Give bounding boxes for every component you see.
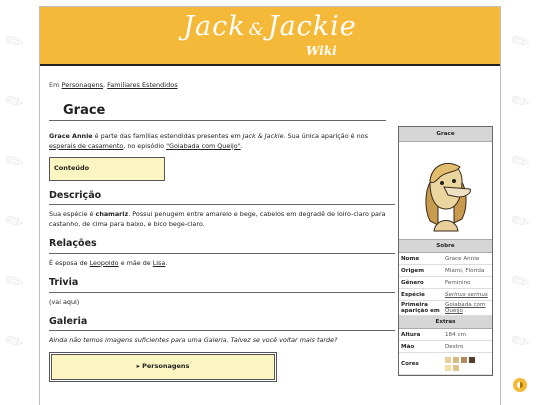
infobox-row-genero: Gênero Feminino: [399, 277, 492, 289]
link-species[interactable]: Serinus serinus: [445, 292, 488, 298]
logo-text-right: Jackie: [267, 11, 357, 42]
descricao-text: Sua espécie é: [49, 210, 96, 219]
infobox: Grace Sobre Nome Grace Annie Origem Miami,…: [398, 126, 493, 376]
show-title: Jack & Jackie: [242, 132, 284, 140]
infobox-section-extras: Extras: [399, 316, 492, 329]
relacoes-paragraph: É esposa de Leopoldo e mãe de Lisa.: [49, 259, 395, 269]
breadcrumb-link-personagens[interactable]: Personagens: [62, 81, 103, 89]
species-name: chamariz: [95, 210, 129, 219]
infobox-title: Grace: [399, 127, 492, 142]
toc-label: Conteúdo: [54, 164, 90, 173]
descricao-paragraph: Sua espécie é chamariz. Possui penugem e…: [49, 210, 395, 229]
link-lisa[interactable]: Lisa: [153, 259, 166, 267]
relacoes-text: É esposa de: [49, 258, 90, 267]
infobox-key: Primeira aparição em: [401, 302, 440, 314]
infobox-value: Feminino: [445, 279, 471, 286]
intro-text: .: [240, 141, 243, 150]
intro-paragraph: Grace Annie é parte das famílias estendi…: [49, 132, 395, 151]
infobox-value: 184 cm: [445, 331, 466, 338]
logo-wiki-label: Wiki: [306, 44, 337, 58]
infobox-section-about: Sobre: [399, 240, 492, 253]
color-swatch: [445, 364, 451, 371]
grace-portrait-image: [424, 162, 471, 231]
link-first-appearance[interactable]: Goiabada com Queijo: [445, 302, 485, 314]
color-swatch: [453, 364, 459, 371]
site-header[interactable]: Jack & Jackie Wiki: [40, 7, 500, 66]
infobox-value: Destro: [445, 343, 464, 350]
color-swatch: [469, 356, 475, 363]
link-episode[interactable]: "Goiabada com Queijo": [166, 142, 241, 150]
infobox-key: Gênero: [401, 279, 424, 286]
article-content: Grace Annie é parte das famílias estendi…: [49, 132, 395, 382]
feather-icon: ✎: [0, 27, 30, 58]
feather-icon: ✎: [0, 327, 30, 358]
breadcrumb-prefix: Em: [49, 81, 60, 89]
infobox-key: Nome: [401, 255, 420, 262]
section-heading-relacoes: Relações: [49, 237, 395, 254]
navbox-personagens[interactable]: ▸ Personagens: [49, 352, 277, 382]
infobox-key: Mão: [401, 343, 415, 350]
logo-ampersand: &: [248, 20, 265, 40]
theme-toggle-button[interactable]: [513, 378, 527, 392]
infobox-key: Altura: [401, 331, 421, 338]
feather-icon: ✎: [0, 147, 30, 178]
color-swatches: [445, 356, 481, 371]
moon-icon: [517, 382, 523, 388]
feather-icon: ✎: [0, 87, 30, 118]
section-heading-galeria: Galeria: [49, 315, 395, 332]
section-heading-descricao: Descrição: [49, 189, 395, 206]
link-esperais-casamento[interactable]: esperais de casamento: [49, 142, 123, 150]
logo-text-left: Jack: [183, 11, 246, 42]
intro-text: . Sua única aparição é nos: [283, 132, 368, 140]
intro-text: , no episódio: [123, 141, 167, 150]
section-heading-trivia: Trivia: [49, 276, 395, 293]
relacoes-text: e mãe de: [118, 258, 153, 267]
infobox-value: Grace Annie: [445, 255, 480, 262]
link-leopoldo[interactable]: Leopoldo: [90, 259, 119, 267]
infobox-row-origem: Origem Miami, Flórida: [399, 265, 492, 277]
infobox-row-altura: Altura 184 cm: [399, 329, 492, 341]
page-title: Grace: [49, 103, 386, 121]
feather-icon: ✎: [0, 207, 30, 238]
infobox-key: Origem: [401, 267, 425, 274]
color-swatch: [461, 356, 467, 363]
character-portrait: [399, 142, 492, 240]
infobox-value: Miami, Flórida: [445, 267, 485, 274]
trivia-paragraph: (vai aqui): [49, 297, 80, 306]
feather-icon: ✎: [506, 87, 536, 118]
breadcrumb-separator: ,: [103, 81, 106, 89]
feather-icon: ✎: [506, 327, 536, 358]
infobox-key: Espécie: [401, 291, 425, 298]
expand-arrow-icon: ▸: [136, 362, 140, 371]
page-container: Jack & Jackie Wiki Em Personagens, Familia…: [39, 6, 501, 405]
feather-icon: ✎: [0, 267, 30, 298]
infobox-row-primeira-aparicao: Primeira aparição em Goiabada com Queijo: [399, 301, 492, 316]
infobox-row-mao: Mão Destro: [399, 341, 492, 353]
breadcrumb-link-familiares[interactable]: Familiares Estendidos: [107, 81, 177, 89]
navbox-label: Personagens: [142, 362, 190, 371]
feather-icon: ✎: [506, 27, 536, 58]
site-logo[interactable]: Jack & Jackie: [40, 11, 500, 42]
breadcrumb: Em Personagens, Familiares Estendidos: [49, 81, 178, 89]
feather-icon: ✎: [506, 147, 536, 178]
feather-icon: ✎: [506, 207, 536, 238]
intro-text: é parte das famílias estendidas presente…: [92, 132, 243, 140]
infobox-row-nome: Nome Grace Annie: [399, 253, 492, 265]
infobox-row-especie: Espécie Serinus serinus: [399, 289, 492, 301]
feather-icon: ✎: [506, 267, 536, 298]
color-swatch: [445, 356, 451, 363]
infobox-row-cores: Cores: [399, 353, 492, 375]
toc-box[interactable]: Conteúdo: [49, 157, 165, 181]
galeria-paragraph: Ainda não temos imagens suficientes para…: [49, 336, 395, 346]
color-swatch: [453, 356, 459, 363]
relacoes-text: .: [165, 258, 168, 267]
infobox-key: Cores: [401, 360, 419, 367]
intro-name: Grace Annie: [49, 132, 93, 140]
galeria-text: Ainda não temos imagens suficientes para…: [49, 336, 338, 345]
